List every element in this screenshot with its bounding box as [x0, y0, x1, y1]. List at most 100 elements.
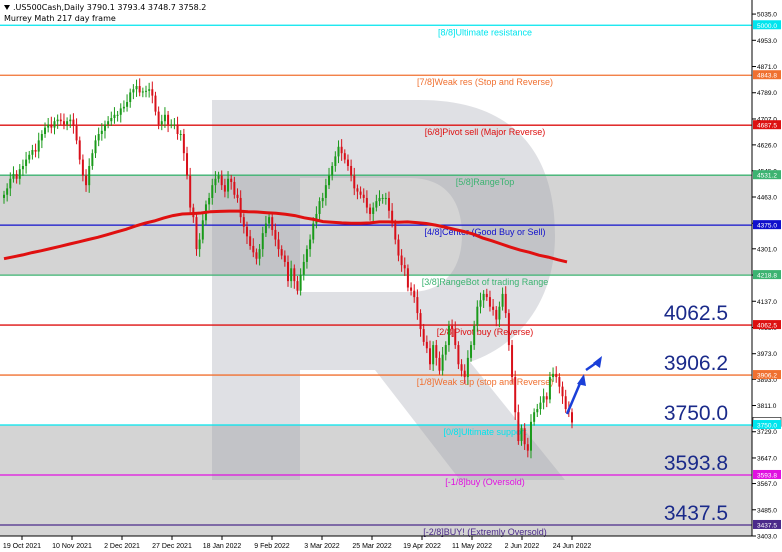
- candle-body: [492, 306, 495, 310]
- candle-body: [148, 89, 151, 91]
- candle-body: [122, 106, 125, 109]
- dropdown-triangle-icon[interactable]: [4, 5, 10, 10]
- candle-body: [429, 348, 431, 365]
- level-tag-text-8: 3750.0: [757, 423, 777, 430]
- candle-body: [141, 91, 144, 93]
- x-tick-label: 3 Mar 2022: [304, 543, 340, 550]
- candle-body: [457, 345, 460, 365]
- candle-body: [277, 239, 280, 250]
- candle-body: [334, 156, 337, 166]
- candle-body: [110, 118, 113, 122]
- candle-body: [495, 309, 498, 320]
- candle-body: [173, 124, 176, 126]
- candle-body: [211, 185, 214, 198]
- candle-body: [189, 175, 192, 208]
- candle-body: [132, 89, 135, 93]
- x-tick-label: 9 Feb 2022: [254, 543, 290, 550]
- level-tag-text-3: 4531.2: [757, 173, 777, 180]
- candle-body: [94, 140, 97, 154]
- level-label-9: [-1/8]buy (Oversold): [445, 477, 525, 487]
- time-axis: 19 Oct 2021 10 Nov 2021 2 Dec 2021 27 Dec 2…: [0, 535, 752, 550]
- candle-body: [242, 217, 245, 227]
- x-tick-label: 19 Oct 2021: [3, 543, 41, 550]
- candle-body: [312, 223, 315, 240]
- candle-body: [157, 111, 160, 125]
- candle-body: [274, 229, 277, 240]
- y-tick-label: 3973.0: [757, 351, 777, 358]
- candle-body: [460, 364, 463, 371]
- y-tick-label: 3811.0: [757, 403, 777, 410]
- candle-body: [302, 261, 305, 275]
- candle-body: [56, 119, 59, 122]
- candle-body: [85, 175, 88, 186]
- candle-body: [318, 201, 321, 214]
- candle-body: [182, 134, 185, 154]
- candle-body: [264, 223, 267, 234]
- candle-body: [558, 377, 561, 387]
- y-tick-label: 4626.0: [757, 142, 777, 149]
- candle-body: [488, 297, 491, 307]
- y-tick-label: 3567.0: [757, 481, 777, 488]
- candle-body: [296, 281, 299, 291]
- candle-body: [88, 165, 91, 186]
- candle-body: [245, 226, 248, 237]
- candle-body: [3, 194, 5, 198]
- x-tick-label: 25 Mar 2022: [352, 543, 391, 550]
- candle-body: [239, 197, 242, 218]
- candle-body: [536, 409, 539, 413]
- level-tag-text-2: 4687.5: [757, 123, 777, 130]
- candle-body: [34, 149, 37, 152]
- indicator-name: Murrey Math 217 day frame: [4, 14, 116, 23]
- candle-body: [400, 255, 403, 266]
- candle-body: [422, 329, 425, 342]
- candle-body: [384, 197, 387, 199]
- candle-body: [504, 293, 507, 314]
- candle-body: [201, 220, 204, 240]
- candle-body: [435, 345, 438, 358]
- candle-body: [75, 126, 78, 141]
- candle-body: [397, 239, 400, 256]
- candle-body: [50, 124, 53, 128]
- level-label-3: [5/8]RangeTop: [456, 177, 515, 187]
- candle-body: [6, 188, 9, 195]
- level-tag-text-1: 4843.8: [757, 73, 777, 80]
- candle-body: [28, 154, 31, 160]
- candle-body: [37, 140, 40, 152]
- chart-header: .US500Cash,Daily 3790.1 3793.4 3748.7 37…: [4, 2, 206, 24]
- y-tick-label: 4137.0: [757, 299, 777, 306]
- candle-body: [167, 114, 170, 125]
- candle-body: [403, 265, 406, 269]
- x-tick-label: 18 Jan 2022: [203, 543, 242, 550]
- candle-body: [482, 293, 485, 301]
- level-label-0: [8/8]Ultimate resistance: [438, 27, 532, 37]
- level-label-2: [6/8]Pivot sell (Major Reverse): [425, 127, 546, 137]
- level-tag-text-5: 4218.8: [757, 273, 777, 280]
- candle-body: [195, 217, 198, 250]
- level-tag-text-6: 4062.5: [757, 323, 777, 330]
- candle-body: [473, 325, 476, 346]
- candle-body: [479, 300, 482, 307]
- candle-body: [406, 268, 409, 288]
- candle-body: [498, 306, 501, 320]
- candle-body: [466, 357, 469, 378]
- level-tag-text-10: 3437.5: [757, 522, 777, 529]
- level-label-5: [3/8]RangeBot of trading Range: [422, 277, 549, 287]
- candle-body: [18, 169, 21, 179]
- candle-body: [25, 159, 28, 166]
- candle-body: [514, 377, 517, 413]
- big-level-label-0: 4062.5: [664, 302, 728, 325]
- candle-body: [116, 114, 119, 116]
- candle-body: [321, 197, 324, 202]
- candle-body: [507, 313, 510, 346]
- candle-body: [233, 181, 236, 195]
- x-tick-label: 19 Apr 2022: [403, 543, 441, 550]
- level-label-4: [4/8]Center (Good Buy or Sell): [424, 227, 545, 237]
- big-level-label-1: 3906.2: [664, 352, 728, 375]
- level-tag-text-9: 3593.8: [757, 472, 777, 479]
- candle-body: [261, 233, 264, 250]
- candle-body: [145, 90, 147, 92]
- candle-body: [425, 341, 428, 349]
- x-tick-label: 24 Jun 2022: [553, 543, 592, 550]
- candle-body: [526, 444, 529, 451]
- candle-body: [160, 121, 163, 125]
